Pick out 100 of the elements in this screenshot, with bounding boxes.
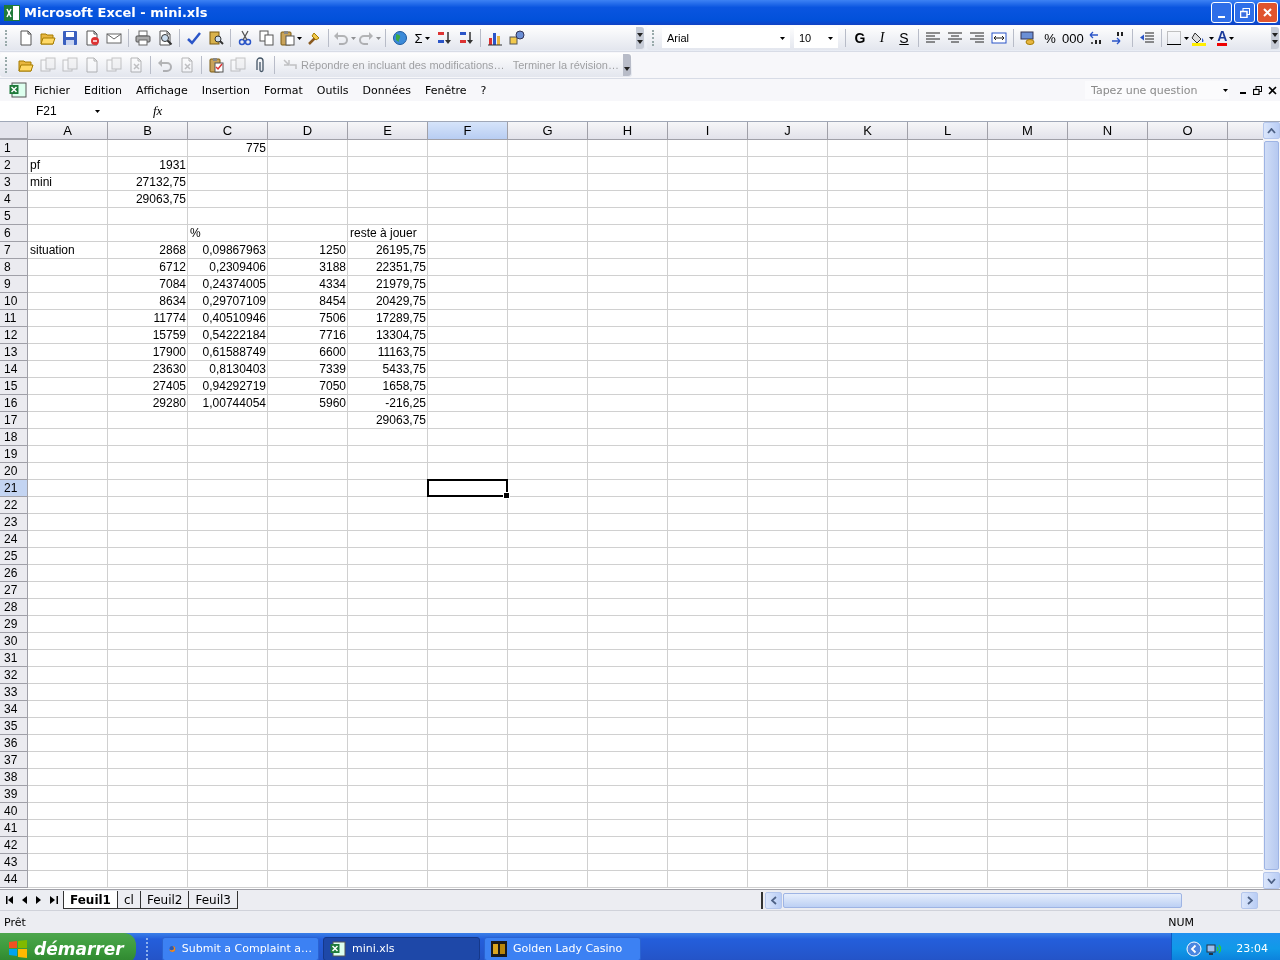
horizontal-scrollbar[interactable] (761, 891, 1258, 909)
row-header[interactable]: 21 (0, 480, 28, 497)
column-header[interactable]: N (1068, 122, 1148, 139)
toolbar-button[interactable]: 000 (1061, 27, 1085, 49)
taskbar-button[interactable]: Submit a Complaint a… (162, 936, 319, 960)
row-header[interactable]: 28 (0, 599, 28, 616)
table-cell[interactable]: 775 (188, 140, 268, 157)
row-header[interactable]: 4 (0, 191, 28, 208)
column-header[interactable]: B (108, 122, 188, 139)
table-cell[interactable]: 7716 (268, 327, 348, 344)
cell-cursor[interactable] (427, 479, 508, 497)
table-cell[interactable]: 26195,75 (348, 242, 428, 259)
column-header[interactable]: J (748, 122, 828, 139)
previous-sheet-icon[interactable] (22, 896, 28, 904)
menu-item[interactable]: Données (355, 83, 418, 97)
toolbar-button[interactable]: G (849, 27, 871, 49)
menu-item[interactable]: ? (473, 83, 494, 97)
menu-item[interactable]: Format (257, 83, 310, 97)
row-header[interactable]: 29 (0, 616, 28, 633)
table-cell[interactable]: 2868 (108, 242, 188, 259)
row-header[interactable]: 11 (0, 310, 28, 327)
table-cell[interactable]: 0,40510946 (188, 310, 268, 327)
last-sheet-icon[interactable] (50, 896, 58, 904)
row-header[interactable]: 15 (0, 378, 28, 395)
table-cell[interactable]: situation (28, 242, 108, 259)
row-header[interactable]: 40 (0, 803, 28, 820)
row-header[interactable]: 24 (0, 531, 28, 548)
chevron-icon[interactable] (623, 54, 631, 76)
table-cell[interactable]: 0,09867963 (188, 242, 268, 259)
start-button[interactable]: démarrer (0, 933, 136, 960)
menu-item[interactable]: Fenêtre (418, 83, 474, 97)
toolbar-button[interactable]: S (893, 27, 915, 49)
row-header[interactable]: 6 (0, 225, 28, 242)
row-header[interactable]: 39 (0, 786, 28, 803)
scroll-thumb[interactable] (783, 892, 1182, 908)
row-header[interactable]: 3 (0, 174, 28, 191)
table-cell[interactable]: pf (28, 157, 108, 174)
chevron-icon[interactable] (636, 27, 644, 49)
row-header[interactable]: 19 (0, 446, 28, 463)
row-header[interactable]: 13 (0, 344, 28, 361)
table-cell[interactable]: 1931 (108, 157, 188, 174)
column-header[interactable]: C (188, 122, 268, 139)
vertical-scrollbar[interactable] (1263, 122, 1280, 889)
sheet-tab[interactable]: Feuil2 (139, 891, 190, 909)
table-cell[interactable]: 0,54222184 (188, 327, 268, 344)
table-cell[interactable]: 0,94292719 (188, 378, 268, 395)
menu-item[interactable]: Fichier (27, 83, 77, 97)
scroll-thumb[interactable] (1264, 141, 1279, 870)
table-cell[interactable]: 17289,75 (348, 310, 428, 327)
column-header[interactable]: F (428, 122, 508, 139)
toolbar-button[interactable]: I (871, 27, 893, 49)
table-cell[interactable]: 1250 (268, 242, 348, 259)
column-header[interactable]: D (268, 122, 348, 139)
row-header[interactable]: 22 (0, 497, 28, 514)
table-cell[interactable]: 29280 (108, 395, 188, 412)
table-cell[interactable]: 6600 (268, 344, 348, 361)
row-header[interactable]: 43 (0, 854, 28, 871)
table-cell[interactable]: 7050 (268, 378, 348, 395)
table-cell[interactable]: 3188 (268, 259, 348, 276)
toolbar-button[interactable]: Σ (411, 27, 433, 49)
table-cell[interactable]: 13304,75 (348, 327, 428, 344)
row-header[interactable]: 35 (0, 718, 28, 735)
table-cell[interactable]: -216,25 (348, 395, 428, 412)
row-header[interactable]: 16 (0, 395, 28, 412)
font-size-dropdown[interactable]: 10 (794, 28, 838, 48)
column-header[interactable]: L (908, 122, 988, 139)
row-header[interactable]: 30 (0, 633, 28, 650)
table-cell[interactable]: mini (28, 174, 108, 191)
row-header[interactable]: 25 (0, 548, 28, 565)
table-cell[interactable]: 7506 (268, 310, 348, 327)
row-header[interactable]: 7 (0, 242, 28, 259)
table-cell[interactable]: 27132,75 (108, 174, 188, 191)
next-sheet-icon[interactable] (36, 896, 42, 904)
table-cell[interactable]: 22351,75 (348, 259, 428, 276)
row-header[interactable]: 23 (0, 514, 28, 531)
table-cell[interactable]: 29063,75 (348, 412, 428, 429)
table-cell[interactable]: 23630 (108, 361, 188, 378)
column-header[interactable]: O (1148, 122, 1228, 139)
row-header[interactable]: 5 (0, 208, 28, 225)
row-header[interactable]: 38 (0, 769, 28, 786)
row-header[interactable]: 2 (0, 157, 28, 174)
column-header[interactable]: H (588, 122, 668, 139)
table-cell[interactable]: 7084 (108, 276, 188, 293)
table-cell[interactable]: 11774 (108, 310, 188, 327)
table-cell[interactable]: 6712 (108, 259, 188, 276)
sheet-tab[interactable]: Feuil1 (63, 891, 118, 909)
chevron-left-icon[interactable] (1186, 940, 1203, 957)
row-header[interactable]: 31 (0, 650, 28, 667)
table-cell[interactable]: 27405 (108, 378, 188, 395)
row-header[interactable]: 34 (0, 701, 28, 718)
row-header[interactable]: 26 (0, 565, 28, 582)
menu-item[interactable]: Affichage (129, 83, 195, 97)
row-header[interactable]: 33 (0, 684, 28, 701)
table-cell[interactable]: 17900 (108, 344, 188, 361)
row-header[interactable]: 42 (0, 837, 28, 854)
row-header[interactable]: 41 (0, 820, 28, 837)
toolbar-button[interactable]: % (1039, 27, 1061, 49)
row-header[interactable]: 32 (0, 667, 28, 684)
sheet-tab[interactable]: Feuil3 (188, 891, 238, 909)
chevron-icon[interactable] (1271, 27, 1279, 49)
